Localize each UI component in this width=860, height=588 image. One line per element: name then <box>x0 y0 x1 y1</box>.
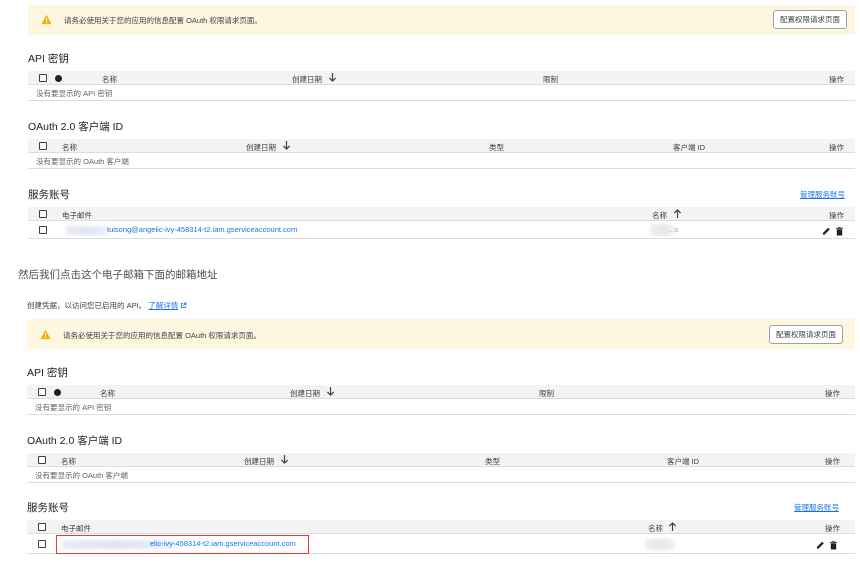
email-highlight-box <box>56 535 309 554</box>
api-keys-header: 名称 创建日期 限制 操作 <box>28 71 855 85</box>
col-created[interactable]: 创建日期 <box>246 142 276 153</box>
col-restrictions: 限制 <box>539 389 554 398</box>
redacted-email-prefix <box>66 226 108 235</box>
warning-text: 请务必使用关于您的应用的信息配置 OAuth 权限请求页面。 <box>63 331 261 340</box>
redacted-name <box>645 539 675 550</box>
learn-more-label: 了解详情 <box>148 301 179 310</box>
col-type: 类型 <box>489 143 504 152</box>
arrow-down-icon[interactable] <box>328 72 337 83</box>
service-account-row: tuisong@angelic-ivy-458314-t2.iam.gservi… <box>28 222 855 239</box>
credentials-note: 创建凭据，以访问您已启用的 API。 了解详情 <box>27 300 187 311</box>
col-email: 电子邮件 <box>61 524 91 533</box>
select-all-checkbox[interactable] <box>38 523 46 531</box>
learn-more-link[interactable]: 了解详情 <box>148 301 178 310</box>
oauth-warning-banner: 请务必使用关于您的应用的信息配置 OAuth 权限请求页面。 配置权限请求页面 <box>28 5 855 35</box>
configure-consent-button[interactable]: 配置权限请求页面 <box>769 325 843 344</box>
col-client-id: 客户端 ID <box>673 143 706 152</box>
service-accounts-header: 电子邮件 名称 操作 <box>28 207 855 221</box>
col-created[interactable]: 创建日期 <box>290 388 320 399</box>
col-created[interactable]: 创建日期 <box>244 456 274 467</box>
delete-icon[interactable] <box>829 540 838 550</box>
oauth-header: 名称 创建日期 类型 客户端 ID 操作 <box>28 139 855 153</box>
configure-consent-button[interactable]: 配置权限请求页面 <box>773 10 847 29</box>
col-name[interactable]: 名称 <box>652 210 667 221</box>
arrow-down-icon[interactable] <box>326 386 335 397</box>
col-actions: 操作 <box>829 75 844 84</box>
select-all-checkbox[interactable] <box>38 456 46 464</box>
oauth-header: 名称 创建日期 类型 客户端 ID 操作 <box>27 453 855 467</box>
api-keys-title: API 密钥 <box>27 367 68 379</box>
service-account-email-link[interactable]: tuisong@angelic-ivy-458314-t2.iam.gservi… <box>107 225 297 234</box>
col-created[interactable]: 创建日期 <box>292 74 322 85</box>
arrow-up-icon[interactable] <box>668 521 677 532</box>
api-keys-empty-row: 没有要显示的 API 密钥 <box>27 400 855 415</box>
oauth-warning-banner: 请务必使用关于您的应用的信息配置 OAuth 权限请求页面。 配置权限请求页面 <box>27 319 855 349</box>
delete-icon[interactable] <box>835 226 844 236</box>
account-name: ...s <box>668 225 679 234</box>
arrow-down-icon[interactable] <box>282 140 291 151</box>
select-all-checkbox[interactable] <box>39 74 47 82</box>
empty-message: 没有要显示的 OAuth 客户端 <box>36 157 129 166</box>
note-text: 创建凭据，以访问您已启用的 API。 <box>27 301 147 310</box>
col-actions: 操作 <box>825 389 840 398</box>
arrow-down-icon[interactable] <box>280 454 289 465</box>
col-actions: 操作 <box>829 143 844 152</box>
status-dot-icon <box>54 388 61 396</box>
empty-message: 没有要显示的 API 密钥 <box>36 89 113 98</box>
col-client-id: 客户端 ID <box>667 457 700 466</box>
col-restrictions: 限制 <box>543 75 558 84</box>
manage-service-accounts-link[interactable]: 管理服务账号 <box>794 502 839 513</box>
api-keys-header: 名称 创建日期 限制 操作 <box>27 385 855 399</box>
warning-icon <box>40 329 51 340</box>
row-checkbox[interactable] <box>39 226 47 234</box>
oauth-empty-row: 没有要显示的 OAuth 客户端 <box>27 468 855 483</box>
col-actions: 操作 <box>825 524 840 533</box>
status-dot-icon <box>55 74 62 82</box>
col-name[interactable]: 名称 <box>100 388 115 399</box>
col-name[interactable]: 名称 <box>648 523 663 534</box>
service-accounts-title: 服务账号 <box>28 189 70 201</box>
select-all-checkbox[interactable] <box>38 388 46 396</box>
warning-text: 请务必使用关于您的应用的信息配置 OAuth 权限请求页面。 <box>64 16 262 25</box>
col-actions: 操作 <box>825 457 840 466</box>
row-checkbox[interactable] <box>38 540 46 548</box>
manage-service-accounts-link[interactable]: 管理服务账号 <box>800 189 845 200</box>
tutorial-caption: 然后我们点击这个电子邮箱下面的邮箱地址 <box>18 269 218 281</box>
service-accounts-header: 电子邮件 名称 操作 <box>27 520 855 534</box>
select-all-checkbox[interactable] <box>39 142 47 150</box>
service-accounts-title: 服务账号 <box>27 502 69 514</box>
oauth-title: OAuth 2.0 客户端 ID <box>27 435 123 447</box>
warning-icon <box>41 14 52 25</box>
arrow-up-icon[interactable] <box>673 208 682 219</box>
api-keys-empty-row: 没有要显示的 API 密钥 <box>28 86 855 101</box>
col-name[interactable]: 名称 <box>102 74 117 85</box>
empty-message: 没有要显示的 API 密钥 <box>35 403 112 412</box>
edit-icon[interactable] <box>816 540 825 550</box>
edit-icon[interactable] <box>822 226 831 236</box>
external-link-icon[interactable] <box>180 302 187 309</box>
api-keys-title: API 密钥 <box>28 53 69 65</box>
col-name[interactable]: 名称 <box>62 142 77 153</box>
oauth-title: OAuth 2.0 客户端 ID <box>28 121 124 133</box>
col-email: 电子邮件 <box>62 211 92 220</box>
oauth-empty-row: 没有要显示的 OAuth 客户端 <box>28 154 855 169</box>
col-type: 类型 <box>485 457 500 466</box>
select-all-checkbox[interactable] <box>39 210 47 218</box>
empty-message: 没有要显示的 OAuth 客户端 <box>35 471 128 480</box>
col-name[interactable]: 名称 <box>61 456 76 467</box>
col-actions: 操作 <box>829 211 844 220</box>
